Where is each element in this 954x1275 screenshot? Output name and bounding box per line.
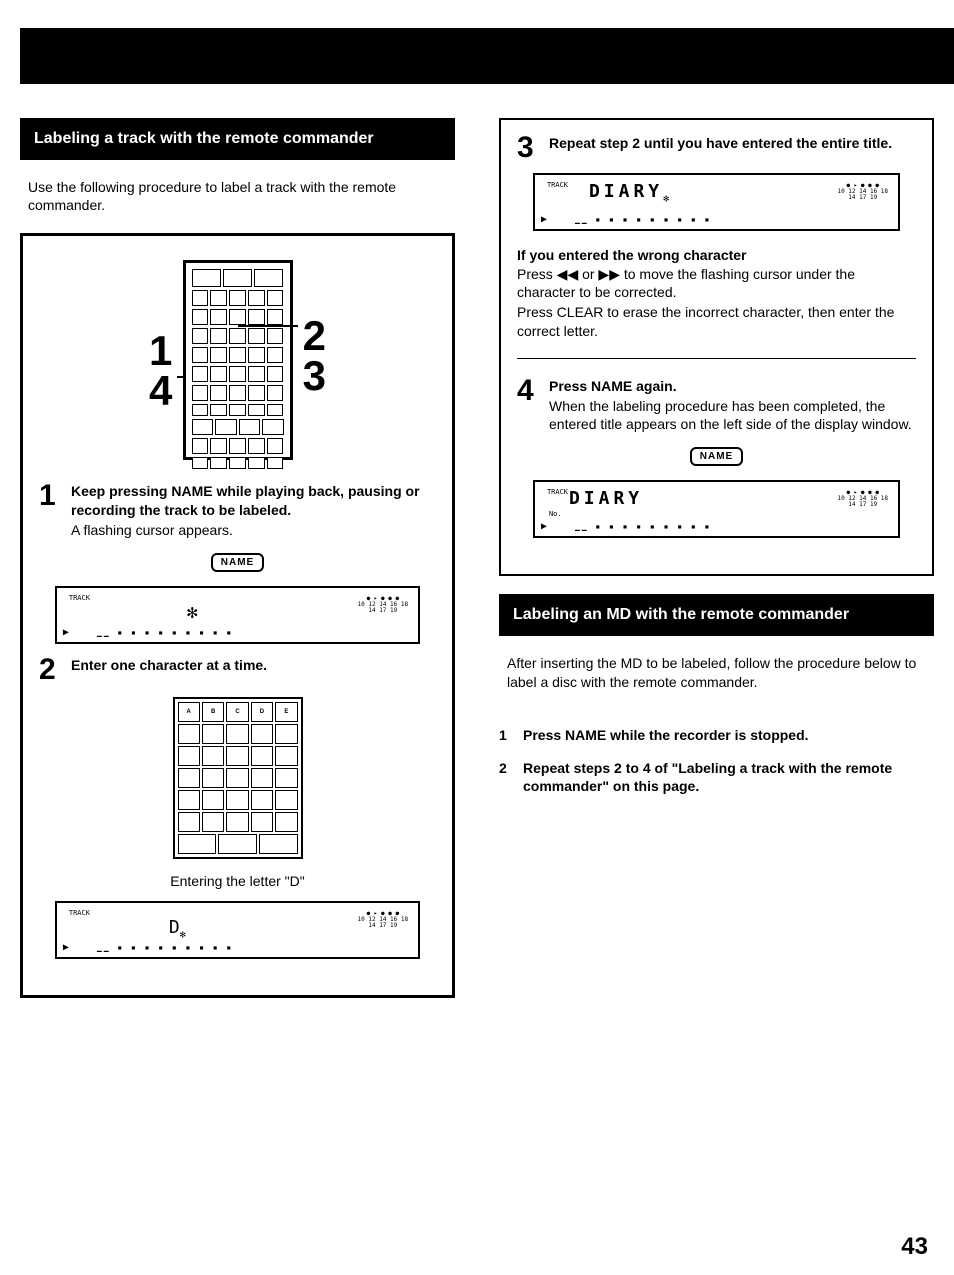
md-intro: After inserting the MD to be labeled, fo… [499,654,934,692]
lcd-no-label: No. [549,510,562,518]
play-icon: ▶ [541,521,547,532]
md-step-2-text: Repeat steps 2 to 4 of "Labeling a track… [523,759,934,797]
step-3: 3 Repeat step 2 until you have entered t… [517,134,916,161]
lcd-meter: ● ▸ ● ● ● 10 12 14 16 18 14 17 19 [837,490,888,508]
callout-2-3: 2 3 [303,316,326,396]
name-button-label: NAME [690,447,743,466]
md-step-2: 2 Repeat steps 2 to 4 of "Labeling a tra… [499,759,934,797]
name-button-figure-2: NAME [517,447,916,466]
remote-figure: 1 4 [39,250,436,470]
wrong-char-heading: If you entered the wrong character [517,247,916,263]
lcd-step4: TRACK DIARY No. ● ▸ ● ● ● 10 12 14 16 18… [533,480,900,538]
step-4-num: 4 [517,377,539,434]
lcd-meter: ● ▸ ● ● ● 10 12 14 16 18 14 17 19 [358,596,409,614]
lcd-track-label: TRACK [547,181,568,189]
lcd-meter: ● ▸ ● ● ● 10 12 14 16 18 14 17 19 [358,911,409,929]
intro-text: Use the following procedure to label a t… [20,178,455,216]
procedure-box-right: 3 Repeat step 2 until you have entered t… [499,118,934,576]
step-1: 1 Keep pressing NAME while playing back,… [39,482,436,539]
divider [517,358,916,359]
keypad-figure: A B C D E [173,697,303,859]
play-icon: ▶ [541,214,547,225]
lcd-track-label: TRACK [547,488,568,496]
md-step-1: 1 Press NAME while the recorder is stopp… [499,726,934,745]
step-2-title: Enter one character at a time. [71,656,436,674]
md-step-list: 1 Press NAME while the recorder is stopp… [499,726,934,811]
step-3-title: Repeat step 2 until you have entered the… [549,134,916,152]
key-D: D [251,702,273,722]
step-1-num: 1 [39,482,61,539]
key-A: A [178,702,200,722]
lcd-cursor-glyph: ✻ [187,602,198,623]
lcd-bar: ▁▁ ▪ ▪ ▪ ▪ ▪ ▪ ▪ ▪ ▪ [575,522,711,531]
key-C: C [226,702,248,722]
step-2-num: 2 [39,656,61,683]
lcd-bar: ▁▁ ▪ ▪ ▪ ▪ ▪ ▪ ▪ ▪ ▪ [97,943,233,952]
left-column: Labeling a track with the remote command… [20,118,455,1255]
step-1-text: A flashing cursor appears. [71,521,436,539]
wrong-char-line2: Press CLEAR to erase the incorrect chara… [517,303,916,339]
remote-body [183,260,293,460]
callout-1-4: 1 4 [149,331,172,411]
lcd-bar: ▁▁ ▪ ▪ ▪ ▪ ▪ ▪ ▪ ▪ ▪ [97,628,233,637]
step-4: 4 Press NAME again. When the labeling pr… [517,377,916,434]
page: Labeling a track with the remote command… [0,0,954,1275]
wrong-char-line1: Press ◀◀ or ▶▶ to move the flashing curs… [517,265,916,301]
step-4-title: Press NAME again. [549,377,916,395]
name-button-label: NAME [211,553,264,572]
lcd-step2: TRACK D✻ ● ▸ ● ● ● 10 12 14 16 18 14 17 … [55,901,420,959]
right-column: 3 Repeat step 2 until you have entered t… [499,118,934,1255]
md-step-2-num: 2 [499,759,513,797]
section-header-md: Labeling an MD with the remote commander [499,594,934,636]
lcd-bar: ▁▁ ▪ ▪ ▪ ▪ ▪ ▪ ▪ ▪ ▪ [575,215,711,224]
play-icon: ▶ [63,942,69,953]
md-step-1-text: Press NAME while the recorder is stopped… [523,726,809,745]
step-3-num: 3 [517,134,539,161]
page-number: 43 [901,1233,928,1261]
key-B: B [202,702,224,722]
name-button-figure-1: NAME [39,553,436,572]
section-header-track: Labeling a track with the remote command… [20,118,455,160]
lcd-track-label: TRACK [69,909,90,917]
step-4-text: When the labeling procedure has been com… [549,397,916,433]
lcd-track-label: TRACK [69,594,90,602]
content-columns: Labeling a track with the remote command… [20,118,934,1255]
step-2: 2 Enter one character at a time. [39,656,436,683]
lcd-step3: TRACK DIARY✻ ● ▸ ● ● ● 10 12 14 16 18 14… [533,173,900,231]
keypad-caption: Entering the letter "D" [39,873,436,889]
key-E: E [275,702,297,722]
md-step-1-num: 1 [499,726,513,745]
lcd-meter: ● ▸ ● ● ● 10 12 14 16 18 14 17 19 [837,183,888,201]
lcd-entered-char: D✻ [169,917,186,941]
header-black-band [20,28,954,84]
procedure-box-left: 1 4 [20,233,455,998]
step-1-title: Keep pressing NAME while playing back, p… [71,482,436,518]
play-icon: ▶ [63,627,69,638]
callout-line-right [238,325,298,327]
lcd-step1: TRACK ✻ ● ▸ ● ● ● 10 12 14 16 18 14 17 1… [55,586,420,644]
